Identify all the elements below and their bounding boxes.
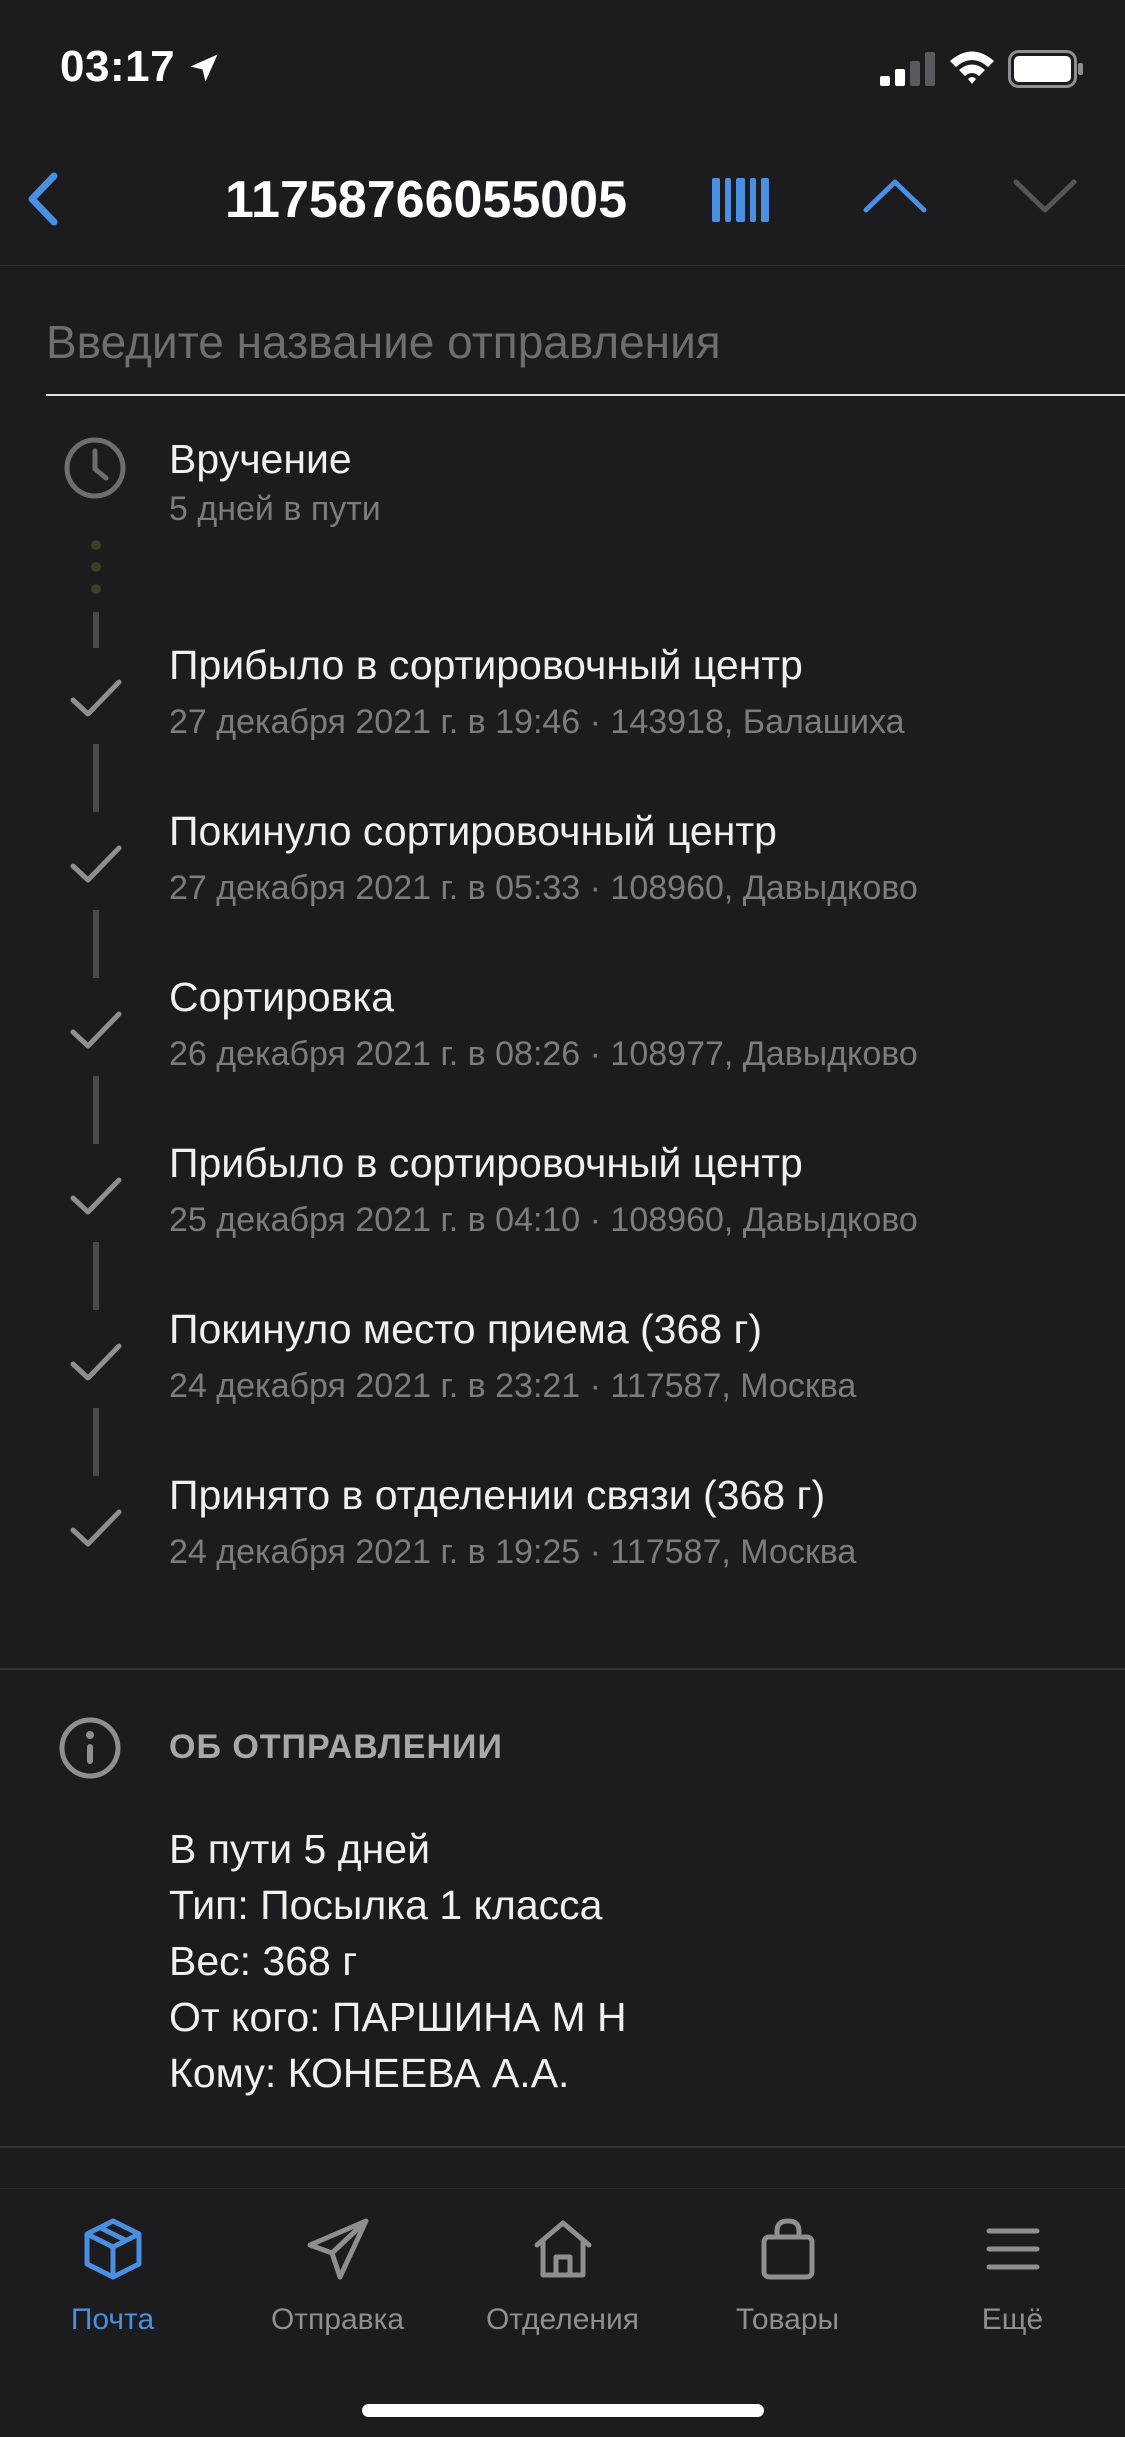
tab-bar: Почта Отправка Отделения Товары Ещё [0,2188,1125,2437]
event-title: Сортировка [169,974,395,1020]
tracking-number-title: 11758766055005 [225,171,628,229]
timeline-dot [91,540,101,550]
check-icon [70,845,122,883]
clock-icon [64,437,126,499]
check-icon [70,679,122,717]
tab-mail[interactable]: Почта [0,2215,225,2345]
timeline-line [93,612,99,648]
event-title: Покинуло сортировочный центр [169,808,777,854]
event-subtitle: 26 декабря 2021 г. в 08:26 · 108977, Дав… [169,1035,918,1073]
tab-send[interactable]: Отправка [225,2215,450,2345]
event-subtitle: 27 декабря 2021 г. в 19:46 · 143918, Бал… [169,703,905,741]
paper-plane-icon [307,2218,368,2280]
section-divider [0,2146,1125,2148]
tab-more[interactable]: Ещё [900,2215,1125,2345]
timeline-dot [91,562,101,572]
check-icon [70,1509,122,1547]
event-title: Принято в отделении связи (368 г) [169,1472,826,1518]
tab-label: Отправка [270,2303,405,2336]
box-icon [84,2218,141,2280]
post-office-icon [534,2220,591,2278]
tab-label: Ещё [981,2303,1044,2336]
section-divider [0,1668,1125,1670]
info-icon [59,1717,121,1779]
chevron-down-icon[interactable] [1012,174,1078,218]
check-icon [70,1343,122,1381]
location-arrow-icon [190,54,218,82]
check-icon [70,1011,122,1049]
timeline-line [93,1408,99,1476]
detail-in-transit: В пути 5 дней [169,1826,430,1872]
event-subtitle: 24 декабря 2021 г. в 23:21 · 117587, Мос… [169,1367,857,1405]
status-bar: 03:17 [0,0,1125,140]
cellular-signal-icon [880,52,935,86]
menu-icon [986,2228,1039,2270]
navigation-bar: 11758766055005 [0,140,1125,266]
event-title: Прибыло в сортировочный центр [169,1140,803,1186]
detail-recipient: Кому: КОНЕЕВА А.А. [169,2050,570,2096]
check-icon [70,1177,122,1215]
next-step-subtitle: 5 дней в пути [169,490,381,528]
timeline-line [93,910,99,978]
timeline-line [93,744,99,812]
wifi-icon [950,51,994,84]
event-title: Прибыло в сортировочный центр [169,642,803,688]
timeline-line [93,1242,99,1310]
event-subtitle: 27 декабря 2021 г. в 05:33 · 108960, Дав… [169,869,918,907]
tab-goods[interactable]: Товары [675,2215,900,2345]
next-step-title: Вручение [169,436,352,482]
timeline-line [93,1076,99,1144]
event-title: Покинуло место приема (368 г) [169,1306,763,1352]
timeline-dot [91,584,101,594]
tab-label: Товары [735,2303,840,2336]
chevron-up-icon[interactable] [862,174,928,218]
event-subtitle: 25 декабря 2021 г. в 04:10 · 108960, Дав… [169,1201,918,1239]
event-subtitle: 24 декабря 2021 г. в 19:25 · 117587, Мос… [169,1533,857,1571]
tab-label: Почта [70,2303,155,2336]
home-indicator[interactable] [362,2404,764,2417]
tab-label: Отделения [485,2303,640,2336]
about-shipment-heading: ОБ ОТПРАВЛЕНИИ [169,1728,503,1766]
shipment-name-input[interactable] [46,290,1125,396]
shopping-bag-icon [761,2218,814,2280]
battery-icon [1008,50,1083,88]
tab-offices[interactable]: Отделения [450,2215,675,2345]
detail-weight: Вес: 368 г [169,1938,358,1984]
detail-type: Тип: Посылка 1 класса [169,1882,603,1928]
status-time: 03:17 [60,42,176,91]
barcode-icon[interactable] [712,174,770,226]
detail-sender: От кого: ПАРШИНА М Н [169,1994,627,2040]
back-chevron-icon[interactable] [22,166,66,232]
